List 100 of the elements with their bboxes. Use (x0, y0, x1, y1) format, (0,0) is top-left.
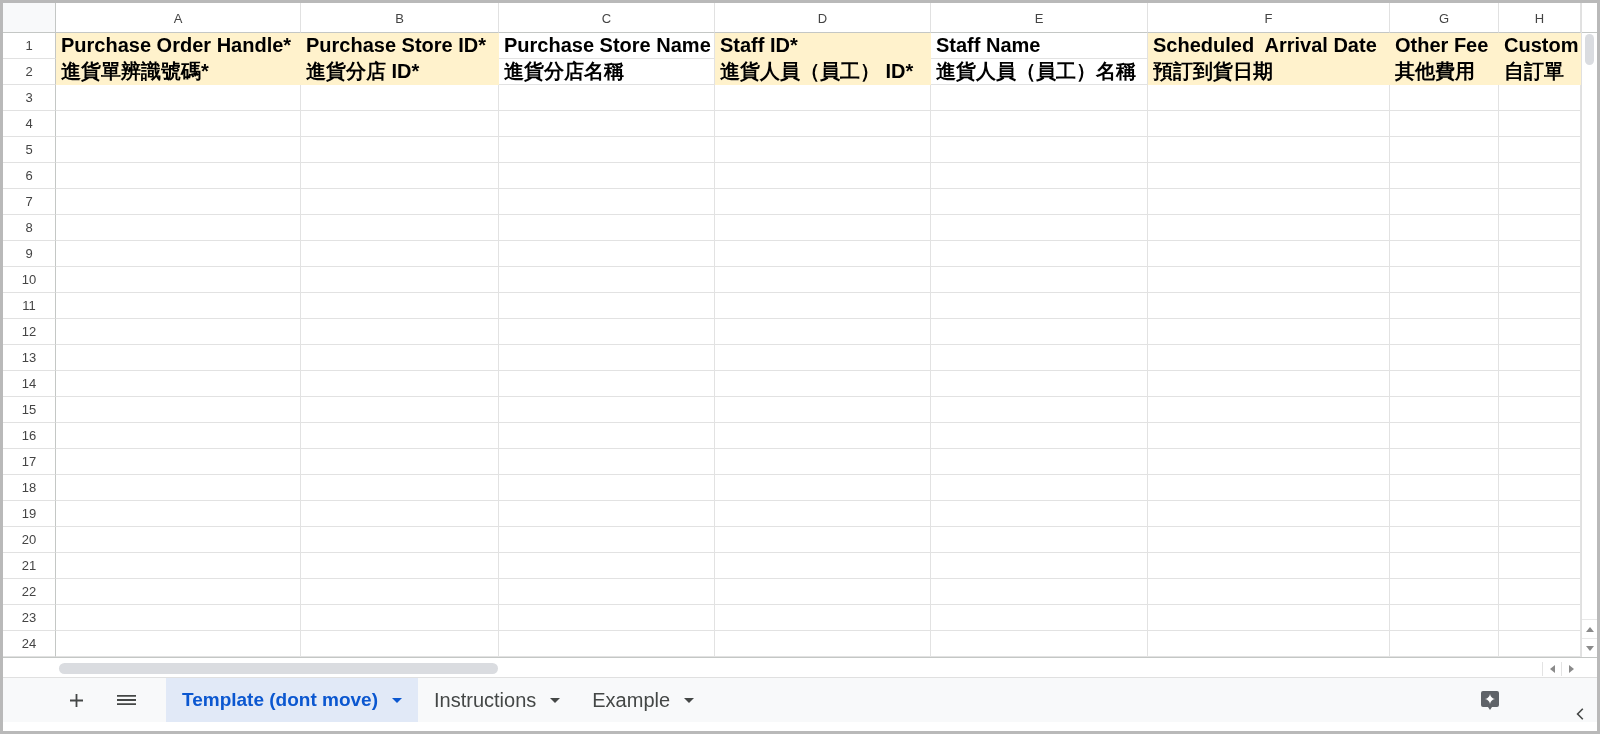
table-cell[interactable] (931, 449, 1148, 475)
table-cell[interactable] (931, 345, 1148, 371)
table-cell[interactable] (715, 293, 931, 319)
table-cell[interactable] (1499, 345, 1581, 371)
table-cell[interactable] (1390, 371, 1499, 397)
table-cell[interactable] (499, 319, 715, 345)
table-cell[interactable] (931, 137, 1148, 163)
table-cell[interactable] (931, 579, 1148, 605)
table-cell[interactable] (56, 423, 301, 449)
table-cell[interactable] (301, 423, 499, 449)
row-number[interactable]: 15 (3, 397, 56, 423)
table-cell[interactable]: Other Fee (1390, 33, 1499, 59)
table-cell[interactable]: 自訂單 (1499, 59, 1581, 85)
table-cell[interactable] (1499, 527, 1581, 553)
table-cell[interactable] (301, 371, 499, 397)
table-cell[interactable] (1148, 85, 1390, 111)
sheet-tab[interactable]: Template (dont move) (166, 678, 418, 722)
table-cell[interactable] (56, 85, 301, 111)
table-cell[interactable] (1499, 111, 1581, 137)
row-number[interactable]: 16 (3, 423, 56, 449)
table-cell[interactable] (1499, 475, 1581, 501)
table-cell[interactable] (499, 527, 715, 553)
table-cell[interactable] (56, 189, 301, 215)
row-number[interactable]: 17 (3, 449, 56, 475)
table-cell[interactable] (1390, 345, 1499, 371)
table-cell[interactable] (1499, 85, 1581, 111)
table-cell[interactable] (715, 527, 931, 553)
table-cell[interactable] (715, 475, 931, 501)
table-cell[interactable] (1390, 579, 1499, 605)
table-cell[interactable] (499, 449, 715, 475)
sheet-tab[interactable]: Instructions (418, 678, 577, 722)
table-cell[interactable] (1390, 85, 1499, 111)
table-cell[interactable] (1499, 215, 1581, 241)
table-cell[interactable] (1148, 241, 1390, 267)
table-cell[interactable] (715, 163, 931, 189)
table-cell[interactable] (931, 527, 1148, 553)
table-cell[interactable] (56, 319, 301, 345)
row-number[interactable]: 10 (3, 267, 56, 293)
table-cell[interactable] (499, 371, 715, 397)
table-cell[interactable] (931, 423, 1148, 449)
table-cell[interactable] (931, 553, 1148, 579)
table-cell[interactable]: Purchase Order Handle* (56, 33, 301, 59)
table-cell[interactable] (56, 371, 301, 397)
table-cell[interactable] (1499, 189, 1581, 215)
table-cell[interactable] (301, 189, 499, 215)
row-number[interactable]: 19 (3, 501, 56, 527)
table-cell[interactable] (931, 397, 1148, 423)
table-cell[interactable] (499, 241, 715, 267)
table-cell[interactable] (1390, 631, 1499, 657)
table-cell[interactable] (1148, 267, 1390, 293)
table-cell[interactable] (1390, 215, 1499, 241)
table-cell[interactable] (499, 293, 715, 319)
table-cell[interactable] (1499, 293, 1581, 319)
table-cell[interactable] (56, 501, 301, 527)
horizontal-scrollbar-thumb[interactable] (59, 663, 498, 674)
table-cell[interactable] (1499, 631, 1581, 657)
table-cell[interactable] (301, 137, 499, 163)
table-cell[interactable] (499, 267, 715, 293)
table-cell[interactable] (931, 293, 1148, 319)
row-number[interactable]: 7 (3, 189, 56, 215)
table-cell[interactable] (1390, 605, 1499, 631)
table-cell[interactable] (301, 501, 499, 527)
table-cell[interactable] (931, 267, 1148, 293)
table-cell[interactable] (499, 215, 715, 241)
table-cell[interactable]: Staff Name (931, 33, 1148, 59)
table-cell[interactable] (1390, 475, 1499, 501)
table-cell[interactable]: 進貨人員（員工）名稱 (931, 59, 1148, 85)
table-cell[interactable] (1148, 371, 1390, 397)
table-cell[interactable] (931, 163, 1148, 189)
table-cell[interactable] (931, 189, 1148, 215)
table-cell[interactable] (1499, 267, 1581, 293)
table-cell[interactable] (56, 111, 301, 137)
table-cell[interactable] (301, 631, 499, 657)
table-cell[interactable] (499, 397, 715, 423)
table-cell[interactable] (1390, 501, 1499, 527)
table-cell[interactable] (715, 189, 931, 215)
table-cell[interactable] (1148, 579, 1390, 605)
table-cell[interactable] (301, 319, 499, 345)
table-cell[interactable] (931, 501, 1148, 527)
column-header[interactable]: E (931, 3, 1148, 33)
table-cell[interactable] (56, 137, 301, 163)
table-cell[interactable] (1148, 111, 1390, 137)
table-cell[interactable] (1148, 397, 1390, 423)
table-cell[interactable] (1148, 137, 1390, 163)
table-cell[interactable] (1148, 423, 1390, 449)
table-cell[interactable] (1148, 345, 1390, 371)
plus-icon[interactable] (70, 693, 83, 707)
row-number[interactable]: 22 (3, 579, 56, 605)
table-cell[interactable] (1148, 527, 1390, 553)
table-cell[interactable] (1390, 241, 1499, 267)
table-cell[interactable] (715, 449, 931, 475)
table-cell[interactable] (1499, 501, 1581, 527)
row-number[interactable]: 12 (3, 319, 56, 345)
table-cell[interactable] (1148, 475, 1390, 501)
vertical-scrollbar-thumb[interactable] (1585, 34, 1594, 65)
table-cell[interactable] (715, 267, 931, 293)
table-cell[interactable] (301, 293, 499, 319)
table-cell[interactable] (1390, 267, 1499, 293)
table-cell[interactable] (931, 475, 1148, 501)
table-cell[interactable] (301, 449, 499, 475)
